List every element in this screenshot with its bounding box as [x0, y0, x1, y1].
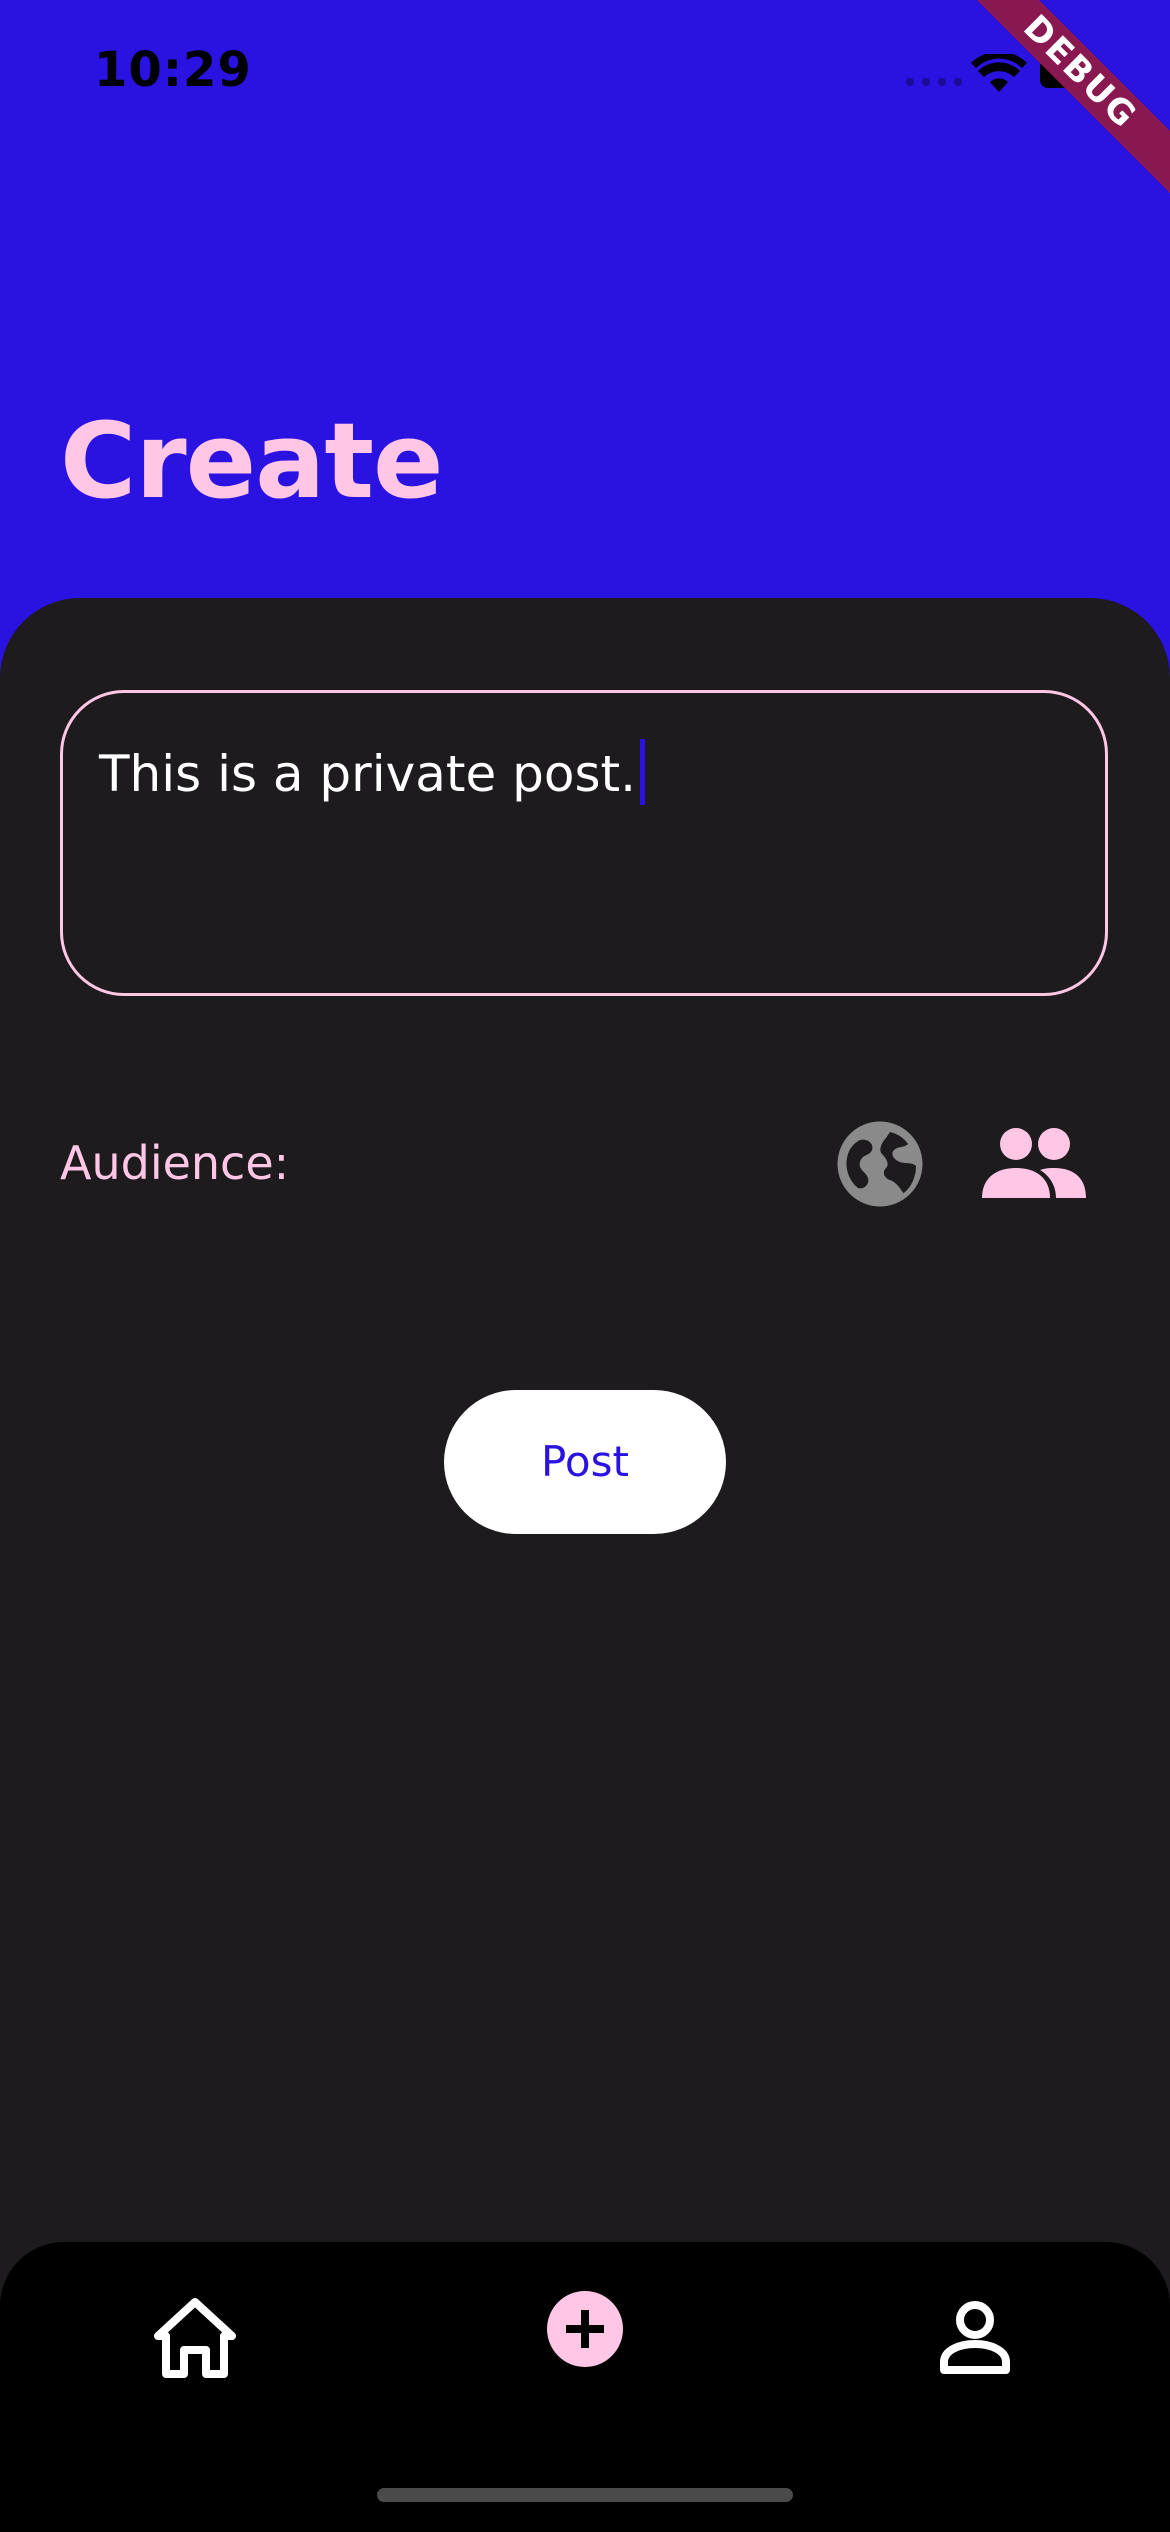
home-icon[interactable]	[150, 2292, 240, 2382]
home-indicator[interactable]	[377, 2488, 793, 2502]
add-icon[interactable]	[546, 2290, 624, 2368]
group-icon[interactable]	[978, 1118, 1090, 1210]
audience-label: Audience:	[60, 1136, 290, 1190]
post-button[interactable]: Post	[444, 1390, 726, 1534]
post-text-field[interactable]: This is a private post.	[60, 690, 1108, 996]
profile-icon[interactable]	[930, 2292, 1020, 2382]
post-text-input[interactable]: This is a private post.	[99, 738, 645, 805]
status-time: 10:29	[94, 42, 252, 98]
debug-banner: DEBUG	[937, 0, 1170, 215]
text-caret	[640, 738, 645, 805]
bottom-nav	[0, 2242, 1170, 2532]
wifi-icon	[971, 54, 1027, 92]
app-screen: 10:29 DEBUG Create This is a private pos…	[0, 0, 1170, 2532]
globe-icon[interactable]	[834, 1118, 926, 1210]
post-text-value: This is a private post.	[99, 745, 636, 803]
page-title: Create	[60, 400, 444, 522]
cellular-signal-icon	[906, 78, 962, 86]
